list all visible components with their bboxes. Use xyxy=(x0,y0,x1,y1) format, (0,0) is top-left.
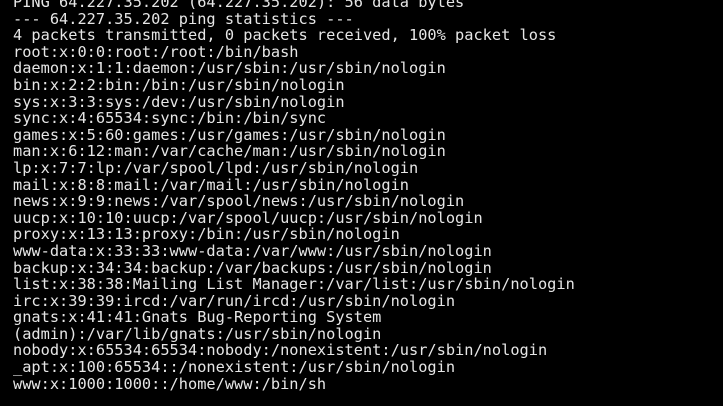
terminal-line: sys:x:3:3:sys:/dev:/usr/sbin/nologin xyxy=(13,92,345,111)
terminal-line: list:x:38:38:Mailing List Manager:/var/l… xyxy=(13,275,575,294)
terminal-line: games:x:5:60:games:/usr/games:/usr/sbin/… xyxy=(13,125,446,144)
terminal-line: (admin):/var/lib/gnats:/usr/sbin/nologin xyxy=(13,324,382,343)
terminal-line: _apt:x:100:65534::/nonexistent:/usr/sbin… xyxy=(13,358,456,377)
terminal-window[interactable]: PING 64.227.35.202 (64.227.35.202): 56 d… xyxy=(0,0,723,406)
terminal-line: 4 packets transmitted, 0 packets receive… xyxy=(13,26,557,45)
terminal-line: root:x:0:0:root:/root:/bin/bash xyxy=(13,42,299,61)
terminal-line: man:x:6:12:man:/var/cache/man:/usr/sbin/… xyxy=(13,142,446,161)
terminal-line: irc:x:39:39:ircd:/var/run/ircd:/usr/sbin… xyxy=(13,291,456,310)
terminal-line: --- 64.227.35.202 ping statistics --- xyxy=(13,9,354,28)
terminal-line: www-data:x:33:33:www-data:/var/www:/usr/… xyxy=(13,241,492,260)
terminal-line: daemon:x:1:1:daemon:/usr/sbin:/usr/sbin/… xyxy=(13,59,446,78)
terminal-line: bin:x:2:2:bin:/bin:/usr/sbin/nologin xyxy=(13,75,345,94)
terminal-line: nobody:x:65534:65534:nobody:/nonexistent… xyxy=(13,341,548,360)
terminal-line: backup:x:34:34:backup:/var/backups:/usr/… xyxy=(13,258,492,277)
terminal-line: proxy:x:13:13:proxy:/bin:/usr/sbin/nolog… xyxy=(13,225,400,244)
terminal-line: uucp:x:10:10:uucp:/var/spool/uucp:/usr/s… xyxy=(13,208,483,227)
terminal-line: gnats:x:41:41:Gnats Bug-Reporting System xyxy=(13,308,382,327)
terminal-line: mail:x:8:8:mail:/var/mail:/usr/sbin/nolo… xyxy=(13,175,410,194)
terminal-line: sync:x:4:65534:sync:/bin:/bin/sync xyxy=(13,109,327,128)
terminal-line: lp:x:7:7:lp:/var/spool/lpd:/usr/sbin/nol… xyxy=(13,158,419,177)
terminal-line: www:x:1000:1000::/home/www:/bin/sh xyxy=(13,374,327,393)
terminal-line: news:x:9:9:news:/var/spool/news:/usr/sbi… xyxy=(13,192,465,211)
terminal-line: PING 64.227.35.202 (64.227.35.202): 56 d… xyxy=(13,0,465,11)
terminal-output: PING 64.227.35.202 (64.227.35.202): 56 d… xyxy=(13,0,575,392)
